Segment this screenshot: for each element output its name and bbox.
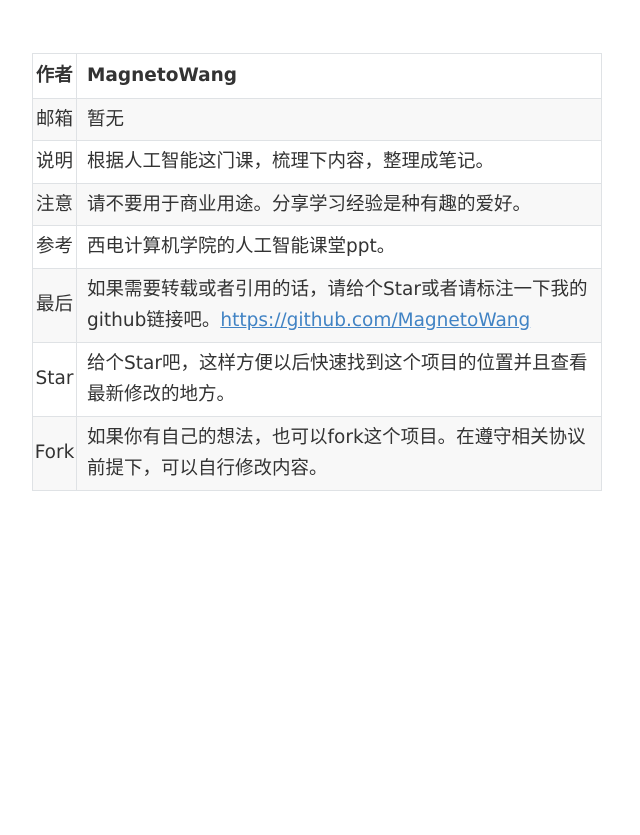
email-value: 暂无 bbox=[76, 97, 602, 141]
email-label: 邮箱 bbox=[32, 97, 77, 141]
notice-label: 注意 bbox=[32, 182, 77, 226]
author-value: MagnetoWang bbox=[76, 53, 602, 99]
star-value: 给个Star吧，这样方便以后快速找到这个项目的位置并且查看最新修改的地方。 bbox=[76, 341, 602, 417]
github-link[interactable]: https://github.com/MagnetoWang bbox=[220, 310, 530, 331]
table-row: Fork 如果你有自己的想法，也可以fork这个项目。在遵守相关协议前提下，可以… bbox=[32, 415, 602, 491]
table-header-row: 作者 MagnetoWang bbox=[32, 53, 602, 99]
notice-value: 请不要用于商业用途。分享学习经验是种有趣的爱好。 bbox=[76, 182, 602, 226]
table-row: Star 给个Star吧，这样方便以后快速找到这个项目的位置并且查看最新修改的地… bbox=[32, 341, 602, 417]
finally-cell: 如果需要转载或者引用的话，请给个Star或者请标注一下我的github链接吧。h… bbox=[76, 267, 602, 343]
table-row: 说明 根据人工智能这门课，梳理下内容，整理成笔记。 bbox=[32, 140, 602, 184]
author-label: 作者 bbox=[32, 53, 77, 99]
description-value: 根据人工智能这门课，梳理下内容，整理成笔记。 bbox=[76, 140, 602, 184]
description-label: 说明 bbox=[32, 140, 77, 184]
finally-label: 最后 bbox=[32, 267, 77, 343]
star-label: Star bbox=[32, 341, 77, 417]
fork-value: 如果你有自己的想法，也可以fork这个项目。在遵守相关协议前提下，可以自行修改内… bbox=[76, 415, 602, 491]
table-row: 参考 西电计算机学院的人工智能课堂ppt。 bbox=[32, 225, 602, 269]
reference-value: 西电计算机学院的人工智能课堂ppt。 bbox=[76, 225, 602, 269]
fork-label: Fork bbox=[32, 415, 77, 491]
info-table: 作者 MagnetoWang 邮箱 暂无 说明 根据人工智能这门课，梳理下内容，… bbox=[32, 53, 602, 491]
reference-label: 参考 bbox=[32, 225, 77, 269]
table-row: 最后 如果需要转载或者引用的话，请给个Star或者请标注一下我的github链接… bbox=[32, 267, 602, 343]
table-row: 注意 请不要用于商业用途。分享学习经验是种有趣的爱好。 bbox=[32, 182, 602, 226]
table-row: 邮箱 暂无 bbox=[32, 97, 602, 141]
